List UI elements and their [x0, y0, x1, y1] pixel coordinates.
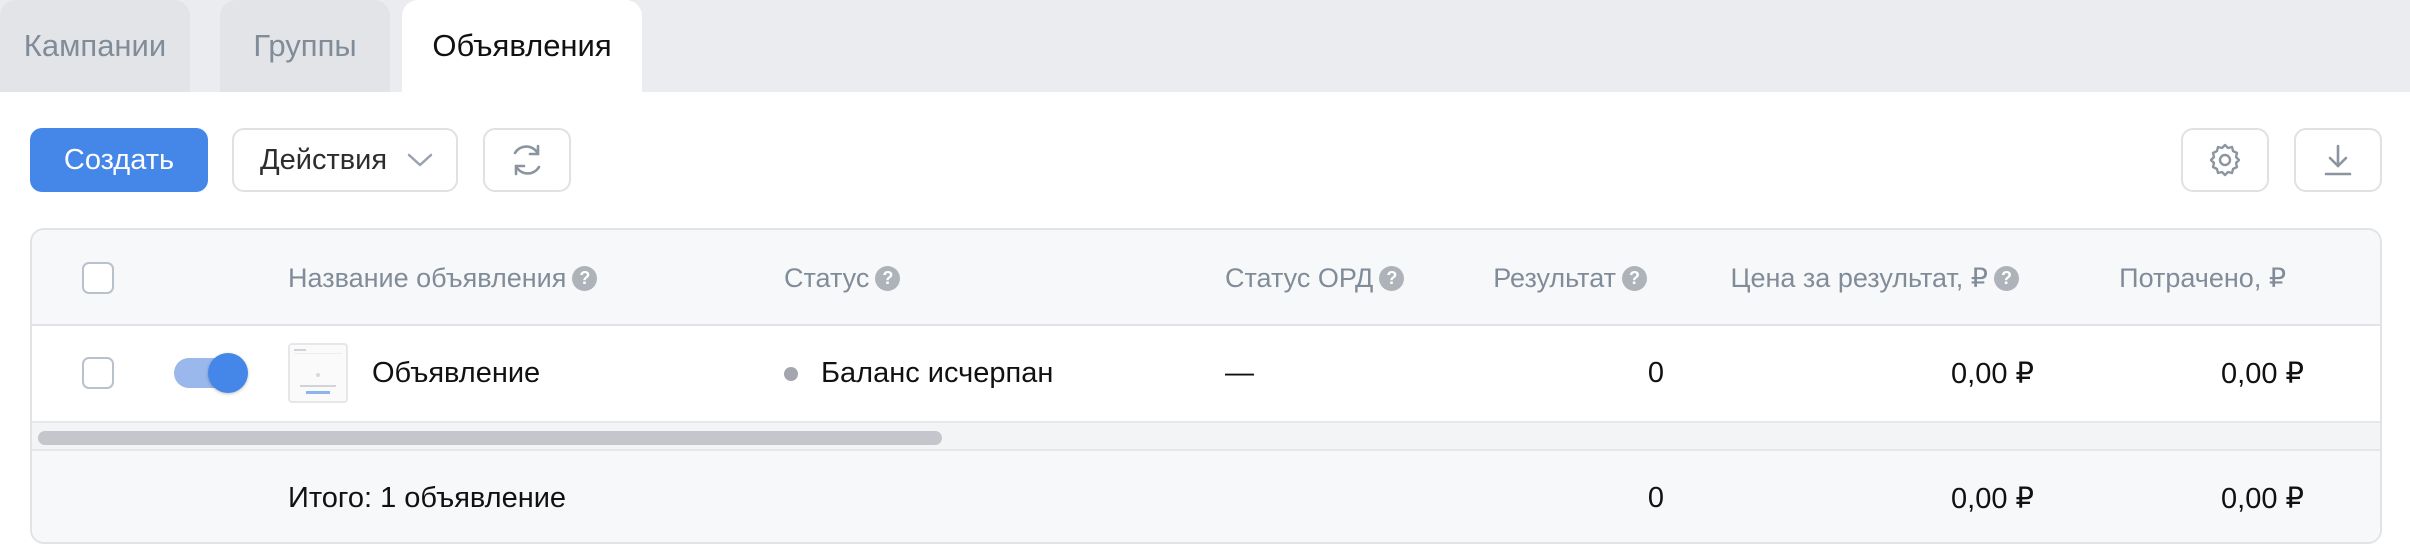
ad-cost-per-result: 0,00 ₽ — [1951, 358, 2034, 390]
create-button[interactable]: Создать — [30, 128, 208, 192]
horizontal-scrollbar[interactable] — [32, 421, 2380, 451]
settings-button[interactable] — [2181, 128, 2269, 192]
total-result: 0 — [1647, 482, 1664, 514]
status-dot-icon — [784, 367, 798, 381]
actions-dropdown[interactable]: Действия — [232, 128, 458, 192]
ad-preview-image — [294, 349, 342, 394]
tab-groups[interactable]: Группы — [220, 0, 390, 92]
row-checkbox[interactable] — [82, 357, 114, 389]
chevron-down-icon — [407, 153, 433, 167]
table-row: Объявление Баланс исчерпан — 0 0,00 ₽ 0,… — [32, 326, 2380, 421]
column-spent[interactable]: Потрачено, ₽ — [2042, 230, 2286, 326]
ads-table: Название объявления ? Статус ? Статус ОР… — [30, 228, 2382, 544]
refresh-icon — [513, 144, 541, 176]
ad-spent: 0,00 ₽ — [2221, 358, 2304, 390]
help-icon[interactable]: ? — [1994, 265, 2019, 291]
ads-panel: Создать Действия Название объявления ? С… — [0, 92, 2410, 554]
column-ord-status-label: Статус ОРД — [1225, 262, 1374, 293]
table-header: Название объявления ? Статус ? Статус ОР… — [32, 230, 2380, 326]
download-icon — [2324, 144, 2352, 176]
table-footer-total: Итого: 1 объявление 0 0,00 ₽ 0,00 ₽ — [32, 451, 2380, 542]
download-button[interactable] — [2294, 128, 2382, 192]
column-spent-label: Потрачено, ₽ — [2119, 262, 2286, 293]
help-icon[interactable]: ? — [572, 265, 598, 291]
ad-status: Баланс исчерпан — [821, 357, 1054, 389]
refresh-button[interactable] — [483, 128, 571, 192]
column-result[interactable]: Результат ? — [1432, 230, 1647, 326]
column-ad-name[interactable]: Название объявления ? — [288, 230, 598, 326]
total-label: Итого: 1 объявление — [288, 482, 567, 514]
ad-thumbnail[interactable] — [288, 343, 348, 403]
column-cost-per-result[interactable]: Цена за результат, ₽ ? — [1672, 230, 2019, 326]
tab-ads[interactable]: Объявления — [402, 0, 642, 92]
column-ord-status[interactable]: Статус ОРД ? — [1225, 230, 1405, 326]
ad-result: 0 — [1647, 357, 1664, 389]
scrollbar-thumb[interactable] — [38, 431, 942, 445]
column-ad-name-label: Название объявления — [288, 262, 567, 293]
actions-label: Действия — [260, 143, 388, 176]
gear-icon — [2209, 143, 2241, 177]
help-icon[interactable]: ? — [875, 265, 901, 291]
column-status[interactable]: Статус ? — [784, 230, 901, 326]
ad-enabled-toggle[interactable] — [174, 353, 248, 393]
total-spent: 0,00 ₽ — [2221, 483, 2304, 515]
help-icon[interactable]: ? — [1379, 265, 1405, 291]
ad-ord-status: — — [1225, 357, 1254, 389]
tab-bar: Кампании Группы Объявления — [0, 0, 2410, 92]
column-status-label: Статус — [784, 262, 870, 293]
column-cost-per-result-label: Цена за результат, ₽ — [1730, 262, 1989, 293]
help-icon[interactable]: ? — [1622, 265, 1647, 291]
ad-name[interactable]: Объявление — [372, 326, 540, 421]
toggle-knob — [208, 353, 248, 393]
total-cost-per-result: 0,00 ₽ — [1951, 483, 2034, 515]
column-result-label: Результат — [1493, 262, 1616, 293]
select-all-checkbox[interactable] — [82, 262, 114, 294]
tab-campaigns[interactable]: Кампании — [0, 0, 190, 92]
